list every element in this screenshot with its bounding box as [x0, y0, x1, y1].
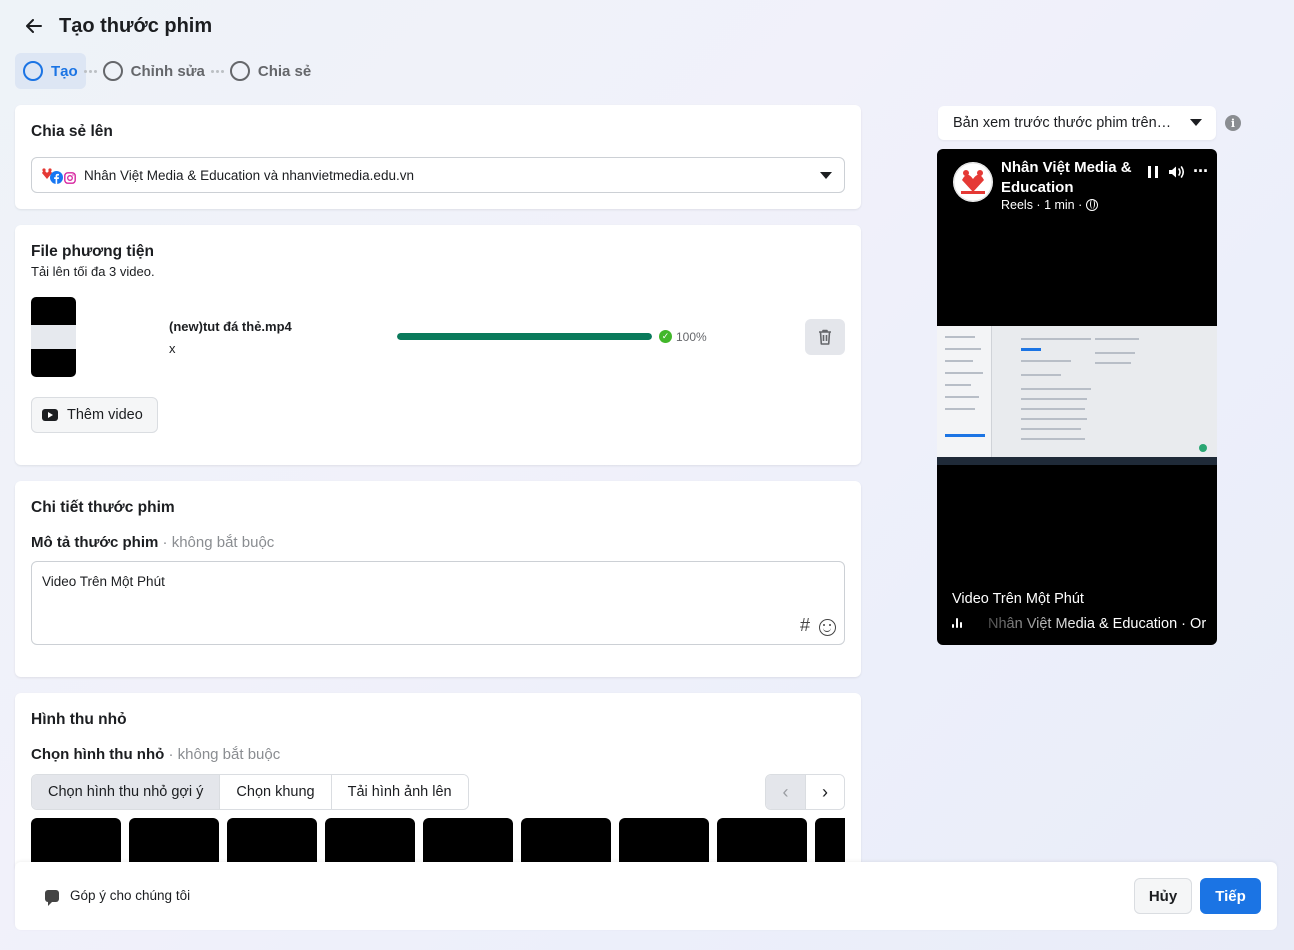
page-title: Tạo thước phim	[59, 15, 213, 37]
pause-icon[interactable]	[1148, 166, 1158, 178]
share-title: Chia sẻ lên	[31, 123, 113, 140]
step-ring-icon	[102, 61, 123, 81]
page-logo-icon	[953, 162, 993, 202]
globe-icon	[1086, 199, 1099, 211]
preview-audio: Nhân Việt Media & Education · Or	[952, 616, 1217, 632]
upload-progress-bar	[397, 333, 652, 340]
optional-label: không bắt buộc	[177, 746, 281, 763]
upload-percent: 100%	[676, 330, 707, 344]
arrow-left-icon	[26, 19, 42, 33]
media-card: File phương tiện Tải lên tối đa 3 video.…	[15, 225, 861, 465]
reel-preview: Nhân Việt Media & Education Reels · 1 mi…	[937, 149, 1217, 645]
thumbnail-option[interactable]	[325, 818, 415, 862]
instagram-icon	[64, 172, 76, 184]
video-frame	[937, 326, 1217, 465]
share-destination-select[interactable]: Nhân Việt Media & Education và nhanvietm…	[31, 157, 845, 193]
video-play-icon	[42, 409, 58, 421]
thumbnail-title: Hình thu nhỏ	[31, 711, 127, 728]
hashtag-icon[interactable]: #	[800, 615, 810, 636]
step-ring-icon	[23, 61, 43, 81]
thumbnail-option[interactable]	[227, 818, 317, 862]
preview-mode-select[interactable]: Bản xem trước thước phim trên Facebook	[938, 106, 1216, 140]
share-card: Chia sẻ lên Nhân Việt Media & Education …	[15, 105, 861, 209]
description-value: Video Trên Một Phút	[42, 574, 165, 589]
preview-caption: Video Trên Một Phút	[952, 591, 1084, 607]
tab-choose-frame[interactable]: Chọn khung	[220, 775, 332, 809]
preview-audio-text: Nhân Việt Media & Education · Or	[988, 616, 1207, 632]
footer-bar: Góp ý cho chúng tôi Hủy Tiếp	[15, 862, 1277, 930]
trash-icon	[819, 329, 831, 345]
share-select-value: Nhân Việt Media & Education và nhanvietm…	[84, 167, 414, 183]
feedback-icon	[45, 889, 59, 906]
preview-page-name: Nhân Việt Media & Education	[1001, 159, 1132, 196]
thumbnail-tabs: Chọn hình thu nhỏ gợi ý Chọn khung Tải h…	[31, 774, 469, 810]
optional-label: không bắt buộc	[171, 534, 275, 551]
thumbnail-option[interactable]	[129, 818, 219, 862]
step-label: Chỉnh sửa	[130, 62, 205, 80]
facebook-icon	[50, 171, 63, 184]
info-icon[interactable]: i	[1225, 115, 1241, 131]
tab-upload-image[interactable]: Tải hình ảnh lên	[331, 775, 468, 809]
header: Tạo thước phim Tạo Chỉnh sửa Chia sẻ	[0, 0, 1294, 100]
step-ring-icon	[229, 61, 250, 81]
thumbnail-option[interactable]	[31, 818, 121, 862]
preview-meta: Reels · 1 min ·	[1001, 198, 1099, 212]
step-edit[interactable]: Chỉnh sửa	[95, 53, 213, 89]
chevron-down-icon	[820, 172, 832, 179]
thumbnail-card: Hình thu nhỏ Chọn hình thu nhỏ · không b…	[15, 693, 861, 868]
details-card: Chi tiết thước phim Mô tả thước phim · k…	[15, 481, 861, 677]
page-avatar	[953, 162, 993, 202]
file-name: (new)tut đá thẻ.mp4	[169, 319, 292, 334]
chevron-down-icon	[1190, 119, 1202, 126]
destination-icons	[40, 165, 76, 185]
emoji-icon[interactable]	[819, 619, 836, 636]
volume-icon[interactable]	[1168, 165, 1186, 179]
choose-thumbnail-label: Chọn hình thu nhỏ · không bắt buộc	[31, 746, 281, 763]
feedback-link[interactable]: Góp ý cho chúng tôi	[45, 888, 191, 906]
add-video-button[interactable]: Thêm video	[31, 397, 158, 433]
back-button[interactable]	[22, 14, 46, 38]
cancel-button[interactable]: Hủy	[1134, 878, 1192, 914]
video-thumbnail	[31, 297, 76, 377]
media-subtitle: Tải lên tối đa 3 video.	[31, 264, 155, 279]
media-title: File phương tiện	[31, 243, 154, 260]
stepper: Tạo Chỉnh sửa Chia sẻ	[15, 53, 319, 89]
thumbnail-option[interactable]	[815, 818, 845, 862]
audio-wave-icon	[952, 618, 966, 630]
details-title: Chi tiết thước phim	[31, 499, 175, 516]
description-textarea[interactable]: Video Trên Một Phút #	[31, 561, 845, 645]
chevron-left-icon[interactable]: ‹	[766, 775, 805, 809]
thumbnail-option[interactable]	[717, 818, 807, 862]
step-share[interactable]: Chia sẻ	[222, 53, 319, 89]
step-label: Tạo	[51, 62, 78, 80]
add-video-label: Thêm video	[67, 407, 143, 423]
more-icon[interactable]: ···	[1193, 161, 1209, 182]
upload-progress-fill	[397, 333, 652, 340]
preview-select-value: Bản xem trước thước phim trên Facebook	[953, 115, 1173, 131]
thumbnail-pager: ‹ ›	[765, 774, 845, 810]
thumbnail-option[interactable]	[423, 818, 513, 862]
description-label: Mô tả thước phim · không bắt buộc	[31, 534, 275, 551]
file-secondary: x	[169, 341, 176, 356]
thumbnail-option[interactable]	[521, 818, 611, 862]
thumbnail-strip	[31, 818, 845, 862]
tab-suggested-thumbnail[interactable]: Chọn hình thu nhỏ gợi ý	[32, 775, 221, 809]
chevron-right-icon[interactable]: ›	[805, 775, 844, 809]
step-create[interactable]: Tạo	[15, 53, 86, 89]
delete-file-button[interactable]	[805, 319, 845, 355]
next-button[interactable]: Tiếp	[1200, 878, 1261, 914]
step-label: Chia sẻ	[257, 62, 312, 80]
thumbnail-option[interactable]	[619, 818, 709, 862]
feedback-label: Góp ý cho chúng tôi	[70, 888, 191, 903]
check-circle-icon: ✓	[659, 330, 672, 343]
